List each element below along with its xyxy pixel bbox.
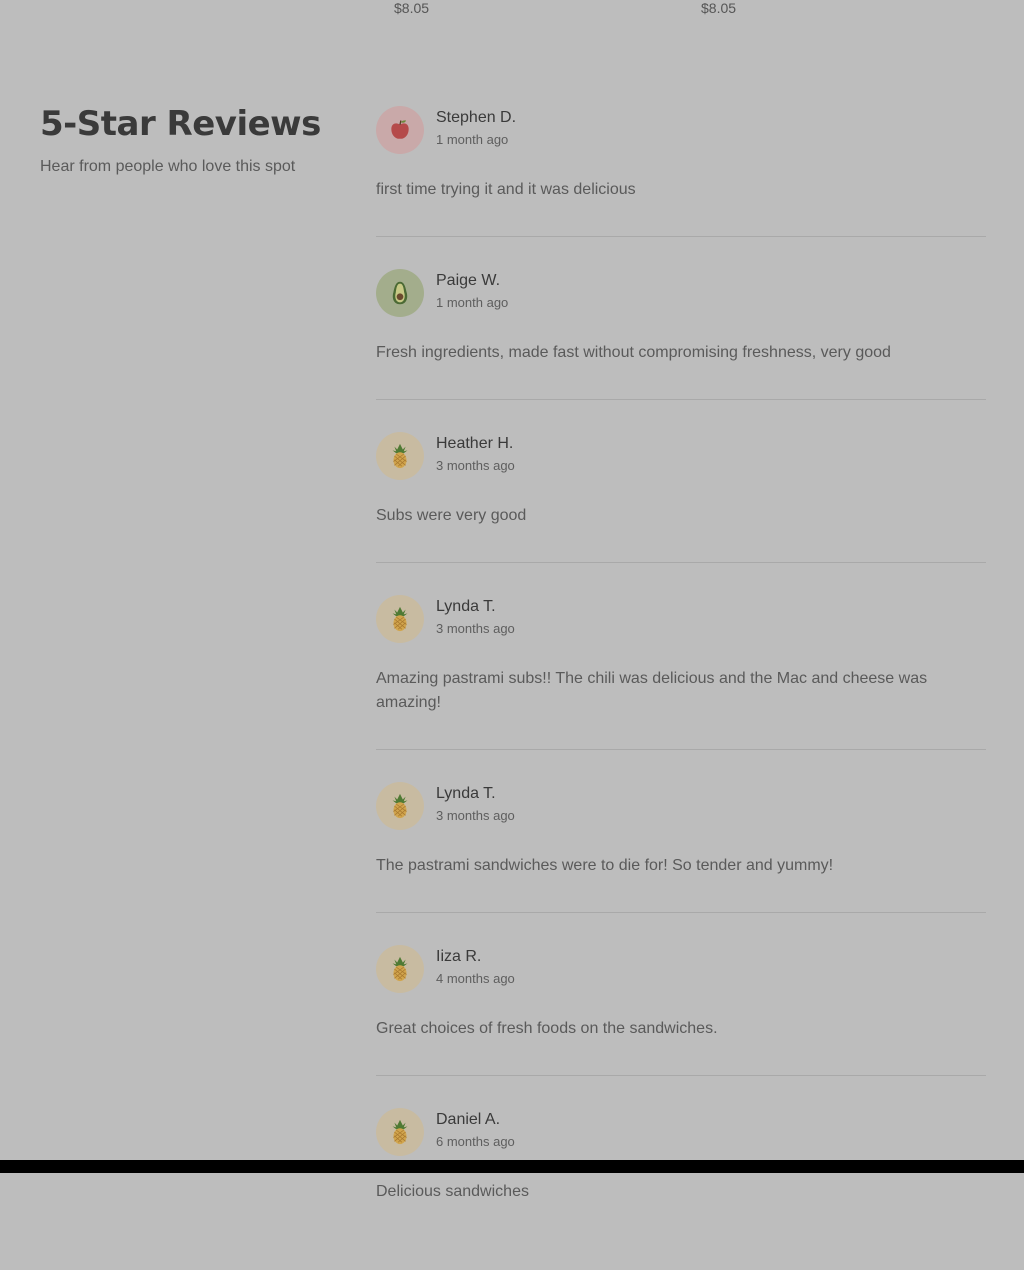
avocado-icon bbox=[386, 279, 414, 307]
review-header: Stephen D. 1 month ago bbox=[376, 106, 986, 154]
reviewer-name: Stephen D. bbox=[436, 109, 517, 126]
top-product-prices: $8.05 $8.05 bbox=[0, 0, 1024, 20]
review-header: Lynda T. 3 months ago bbox=[376, 595, 986, 643]
avatar bbox=[376, 106, 424, 154]
reviewer-name: Iiza R. bbox=[436, 948, 482, 965]
review-meta: Daniel A. 6 months ago bbox=[436, 1109, 515, 1149]
review-item: Stephen D. 1 month ago first time trying… bbox=[376, 106, 986, 237]
review-text: Delicious sandwiches bbox=[376, 1183, 529, 1200]
review-text: Amazing pastrami subs!! The chili was de… bbox=[376, 670, 928, 711]
pineapple-icon bbox=[386, 792, 414, 820]
review-text: Fresh ingredients, made fast without com… bbox=[376, 344, 891, 361]
bottom-edge-bar bbox=[0, 1160, 1024, 1173]
review-text: The pastrami sandwiches were to die for!… bbox=[376, 857, 834, 874]
reviewer-name: Heather H. bbox=[436, 435, 514, 452]
review-header: Daniel A. 6 months ago bbox=[376, 1108, 986, 1156]
review-header: Lynda T. 3 months ago bbox=[376, 782, 986, 830]
review-meta: Heather H. 3 months ago bbox=[436, 433, 515, 473]
review-time: 3 months ago bbox=[436, 621, 515, 636]
reviewer-name: Lynda T. bbox=[436, 598, 496, 615]
review-meta: Lynda T. 3 months ago bbox=[436, 596, 515, 636]
review-time: 1 month ago bbox=[436, 295, 509, 310]
section-title: 5-Star Reviews bbox=[40, 104, 321, 144]
reviewer-name: Paige W. bbox=[436, 272, 501, 289]
review-time: 4 months ago bbox=[436, 971, 515, 986]
review-time: 3 months ago bbox=[436, 458, 515, 473]
pineapple-icon bbox=[386, 442, 414, 470]
review-meta: Stephen D. 1 month ago bbox=[436, 107, 516, 147]
review-item: Paige W. 1 month ago Fresh ingredients, … bbox=[376, 269, 986, 400]
pineapple-icon bbox=[386, 955, 414, 983]
product-price: $8.05 bbox=[394, 0, 430, 16]
reviews-list: Stephen D. 1 month ago first time trying… bbox=[376, 106, 986, 1270]
avatar bbox=[376, 432, 424, 480]
review-header: Heather H. 3 months ago bbox=[376, 432, 986, 480]
review-item: Iiza R. 4 months ago Great choices of fr… bbox=[376, 945, 986, 1076]
review-meta: Paige W. 1 month ago bbox=[436, 270, 508, 310]
apple-icon bbox=[387, 117, 413, 143]
reviews-intro: 5-Star Reviews Hear from people who love… bbox=[40, 104, 340, 176]
reviewer-name: Daniel A. bbox=[436, 1111, 501, 1128]
reviewer-name: Lynda T. bbox=[436, 785, 496, 802]
avatar bbox=[376, 1108, 424, 1156]
review-text: Great choices of fresh foods on the sand… bbox=[376, 1020, 718, 1037]
avatar bbox=[376, 269, 424, 317]
review-header: Paige W. 1 month ago bbox=[376, 269, 986, 317]
review-time: 3 months ago bbox=[436, 808, 515, 823]
review-meta: Iiza R. 4 months ago bbox=[436, 946, 515, 986]
review-item: Heather H. 3 months ago Subs were very g… bbox=[376, 432, 986, 563]
pineapple-icon bbox=[386, 605, 414, 633]
avatar bbox=[376, 595, 424, 643]
avatar bbox=[376, 945, 424, 993]
review-time: 1 month ago bbox=[436, 132, 509, 147]
review-text: first time trying it and it was deliciou… bbox=[376, 181, 636, 198]
review-text: Subs were very good bbox=[376, 507, 527, 524]
product-price: $8.05 bbox=[701, 0, 737, 16]
review-time: 6 months ago bbox=[436, 1134, 515, 1149]
avatar bbox=[376, 782, 424, 830]
review-item: Lynda T. 3 months ago The pastrami sandw… bbox=[376, 782, 986, 913]
review-meta: Lynda T. 3 months ago bbox=[436, 783, 515, 823]
review-item: Lynda T. 3 months ago Amazing pastrami s… bbox=[376, 595, 986, 750]
review-item: Daniel A. 6 months ago Delicious sandwic… bbox=[376, 1108, 986, 1238]
pineapple-icon bbox=[386, 1118, 414, 1146]
section-subtitle: Hear from people who love this spot bbox=[40, 158, 296, 175]
review-header: Iiza R. 4 months ago bbox=[376, 945, 986, 993]
